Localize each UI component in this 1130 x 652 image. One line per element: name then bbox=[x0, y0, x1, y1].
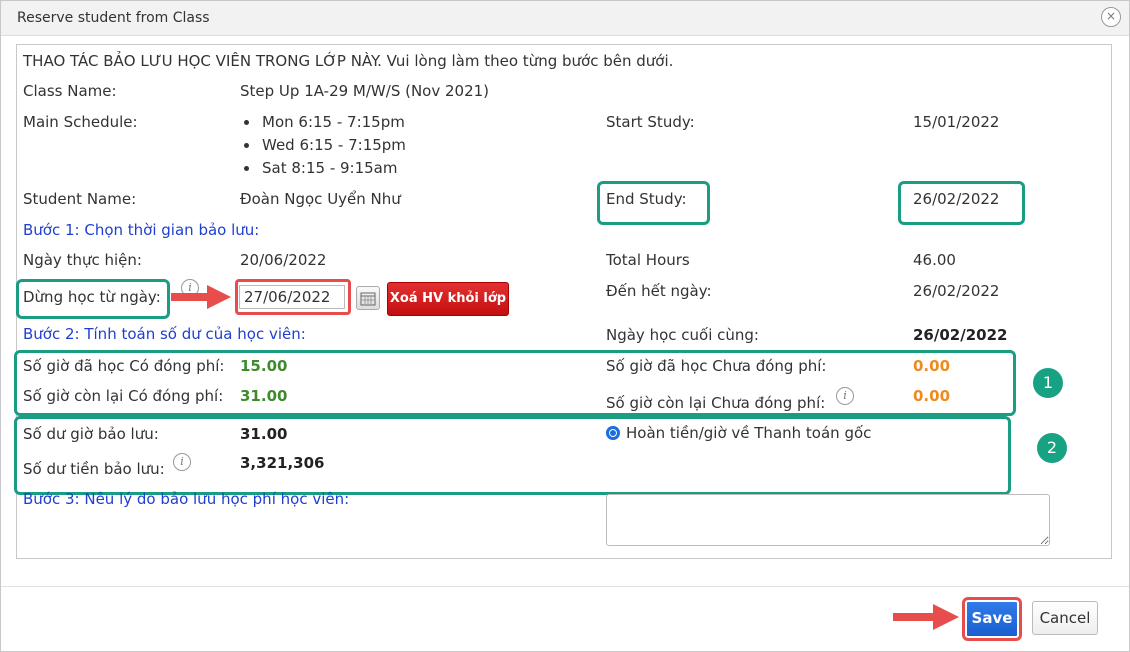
total-hours-label: Total Hours bbox=[606, 251, 690, 269]
den-het-ngay-label: Đến hết ngày: bbox=[606, 282, 712, 300]
bullet-icon bbox=[244, 143, 249, 148]
intro-text: THAO TÁC BẢO LƯU HỌC VIÊN TRONG LỚP NÀY.… bbox=[23, 52, 674, 70]
step-badge-2: 2 bbox=[1037, 433, 1067, 463]
step1-heading: Bước 1: Chọn thời gian bảo lưu: bbox=[23, 221, 260, 239]
so-du-gio-label: Số dư giờ bảo lưu: bbox=[23, 425, 159, 443]
reason-textarea[interactable] bbox=[606, 494, 1050, 546]
ngay-hoc-cuoi-label: Ngày học cuối cùng: bbox=[606, 326, 759, 344]
info-icon[interactable]: i bbox=[836, 387, 854, 405]
student-name-label: Student Name: bbox=[23, 190, 137, 208]
step-badge-1: 1 bbox=[1033, 368, 1063, 398]
bullet-icon bbox=[244, 166, 249, 171]
red-arrow-icon bbox=[171, 285, 231, 309]
schedule-item: Wed 6:15 - 7:15pm bbox=[262, 136, 406, 154]
so-gio-con-lai-chua-phi-label: Số giờ còn lại Chưa đóng phí: bbox=[606, 394, 826, 412]
main-schedule-label: Main Schedule: bbox=[23, 113, 138, 131]
save-button[interactable]: Save bbox=[962, 597, 1022, 641]
dialog-title: Reserve student from Class bbox=[17, 10, 210, 26]
so-gio-con-lai-chua-phi-value: 0.00 bbox=[913, 387, 951, 405]
den-het-ngay-value: 26/02/2022 bbox=[913, 282, 1000, 300]
step2-heading: Bước 2: Tính toán số dư của học viên: bbox=[23, 325, 306, 343]
so-du-tien-value: 3,321,306 bbox=[240, 454, 325, 472]
dung-hoc-date-input[interactable]: 27/06/2022 bbox=[239, 285, 345, 309]
so-gio-da-hoc-chua-phi-label: Số giờ đã học Chưa đóng phí: bbox=[606, 357, 827, 375]
so-gio-con-lai-co-phi-value: 31.00 bbox=[240, 387, 288, 405]
footer-divider bbox=[1, 586, 1129, 587]
remove-student-button[interactable]: Xoá HV khỏi lớp bbox=[387, 282, 509, 316]
reserve-student-dialog: Reserve student from Class × THAO TÁC BẢ… bbox=[0, 0, 1130, 652]
info-icon[interactable]: i bbox=[173, 453, 191, 471]
so-gio-da-hoc-co-phi-label: Số giờ đã học Có đóng phí: bbox=[23, 357, 225, 375]
ngay-thuc-hien-label: Ngày thực hiện: bbox=[23, 251, 142, 269]
student-name-value: Đoàn Ngọc Uyển Như bbox=[240, 190, 401, 208]
start-study-value: 15/01/2022 bbox=[913, 113, 1000, 131]
so-du-gio-value: 31.00 bbox=[240, 425, 288, 443]
start-study-label: Start Study: bbox=[606, 113, 695, 131]
so-gio-da-hoc-chua-phi-value: 0.00 bbox=[913, 357, 951, 375]
dung-hoc-label: Dừng học từ ngày: bbox=[23, 288, 161, 306]
total-hours-value: 46.00 bbox=[913, 251, 956, 269]
so-gio-da-hoc-co-phi-value: 15.00 bbox=[240, 357, 288, 375]
so-du-tien-label: Số dư tiền bảo lưu: bbox=[23, 460, 165, 478]
schedule-item: Mon 6:15 - 7:15pm bbox=[262, 113, 405, 131]
schedule-item: Sat 8:15 - 9:15am bbox=[262, 159, 398, 177]
step3-heading: Bước 3: Nêu lý do bảo lưu học phí học vi… bbox=[23, 490, 350, 508]
class-name-value: Step Up 1A-29 M/W/S (Nov 2021) bbox=[240, 82, 490, 100]
ngay-thuc-hien-value: 20/06/2022 bbox=[240, 251, 327, 269]
close-icon[interactable]: × bbox=[1101, 7, 1121, 27]
refund-radio[interactable] bbox=[606, 426, 620, 440]
refund-option-label: Hoàn tiền/giờ về Thanh toán gốc bbox=[626, 424, 872, 442]
cancel-button[interactable]: Cancel bbox=[1032, 601, 1098, 635]
dialog-titlebar: Reserve student from Class × bbox=[1, 1, 1129, 36]
end-study-label: End Study: bbox=[606, 190, 687, 208]
end-study-value: 26/02/2022 bbox=[913, 190, 1000, 208]
red-arrow-icon bbox=[893, 604, 959, 630]
so-gio-con-lai-co-phi-label: Số giờ còn lại Có đóng phí: bbox=[23, 387, 224, 405]
bullet-icon bbox=[244, 120, 249, 125]
class-name-label: Class Name: bbox=[23, 82, 117, 100]
calendar-icon[interactable] bbox=[356, 286, 380, 310]
ngay-hoc-cuoi-value: 26/02/2022 bbox=[913, 326, 1008, 344]
